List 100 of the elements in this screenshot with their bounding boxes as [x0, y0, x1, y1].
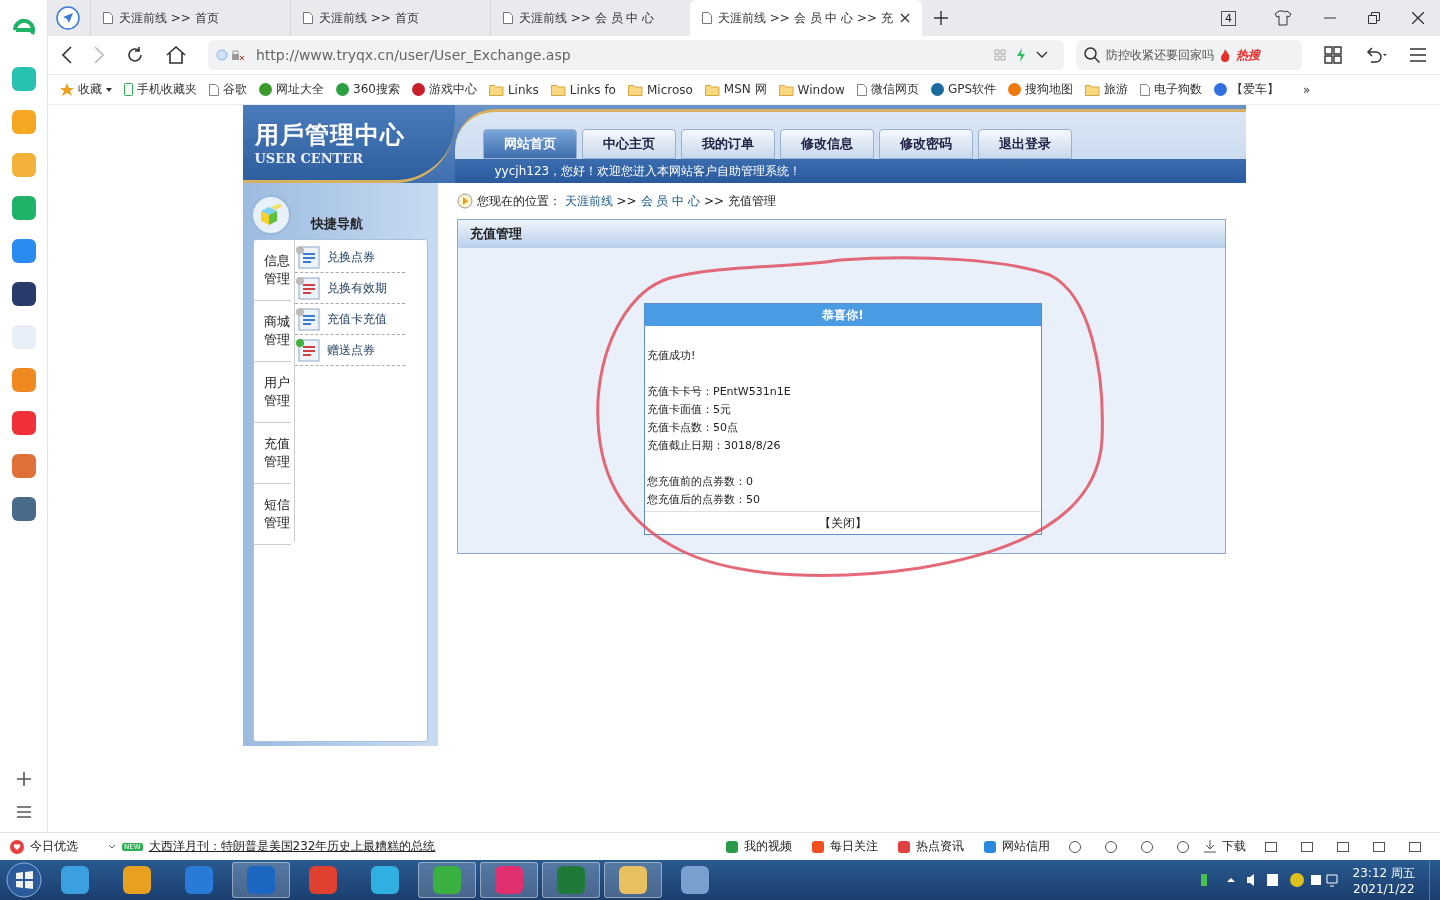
breadcrumb-link[interactable]: 天涯前线: [564, 192, 613, 210]
bookmark-item[interactable]: 【爱车】: [1214, 81, 1280, 98]
toolbar-icon[interactable]: [1408, 839, 1422, 854]
app-icon[interactable]: [11, 282, 36, 306]
menu-group-label[interactable]: 商城管理: [253, 301, 291, 362]
toolbar-icon[interactable]: [1176, 839, 1190, 854]
nav-tab[interactable]: 我的订单: [680, 129, 775, 159]
taskbar-app-icon[interactable]: [232, 862, 290, 898]
bookmark-item[interactable]: 手机收藏夹: [124, 81, 197, 98]
bookmark-item[interactable]: 谷歌: [209, 81, 247, 98]
bookmark-item[interactable]: 网址大全: [259, 81, 324, 98]
folder-icon: [1085, 83, 1101, 96]
close-icon[interactable]: [1412, 12, 1424, 24]
menu-group-label[interactable]: 用户管理: [253, 362, 291, 423]
status-link[interactable]: 我的视频: [744, 838, 792, 855]
status-link[interactable]: 热点资讯: [916, 838, 964, 855]
toolbar-icon[interactable]: [1336, 839, 1350, 854]
toolbar-icon[interactable]: [1068, 839, 1082, 854]
bookmark-item[interactable]: MSN 网: [704, 81, 767, 98]
undo-icon[interactable]: [1364, 47, 1388, 63]
bookmark-item[interactable]: Links fo: [550, 82, 616, 97]
chevron-down-icon[interactable]: [108, 843, 116, 850]
cubes-icon: [250, 195, 291, 235]
taskbar-app-icon[interactable]: [480, 862, 538, 898]
lock-icon: [216, 48, 246, 62]
folder-icon: [550, 83, 566, 96]
toolbar-icon[interactable]: [1140, 839, 1154, 854]
shirt-icon[interactable]: [1274, 10, 1292, 26]
nav-tab[interactable]: 中心主页: [581, 129, 676, 159]
bookmark-item[interactable]: GPS软件: [930, 81, 997, 98]
toolbar-icon[interactable]: [1264, 839, 1278, 854]
news-link[interactable]: 大西洋月刊：特朗普是美国232年历史上最糟糕的总统: [148, 838, 436, 855]
add-icon[interactable]: [934, 11, 948, 25]
address-field[interactable]: http://www.tryqx.cn/user/User_Exchange.asp: [208, 40, 1064, 70]
download-link[interactable]: 下载: [1222, 838, 1246, 855]
taskbar-app-icon[interactable]: [418, 862, 476, 898]
status-icon: [984, 840, 996, 853]
search-field[interactable]: 防控收紧还要回家吗 热搜: [1076, 40, 1302, 70]
bookmark-item[interactable]: Microso: [627, 82, 693, 97]
page-icon: [702, 12, 712, 24]
restore-icon[interactable]: [1368, 12, 1380, 24]
download-icon[interactable]: [1204, 840, 1216, 853]
bookmark-item[interactable]: 旅游: [1085, 81, 1129, 98]
nav-tab[interactable]: 网站首页: [482, 129, 577, 159]
logo-title: 用戶管理中心: [254, 120, 406, 151]
menu-group-label[interactable]: 充值管理: [253, 423, 291, 484]
close-link[interactable]: 【关闭】: [819, 514, 867, 532]
breadcrumb-link[interactable]: 会 员 中 心: [640, 192, 701, 210]
sidebar-link[interactable]: 兑换点券: [294, 242, 405, 273]
browser-tab[interactable]: 天涯前线 >> 首页: [90, 0, 290, 36]
nav-tab[interactable]: 退出登录: [977, 129, 1072, 159]
document-icon: [294, 307, 321, 331]
bookmark-item[interactable]: 360搜索: [336, 81, 400, 98]
status-link[interactable]: 网站信用: [1002, 838, 1050, 855]
start-button-icon[interactable]: [6, 862, 42, 898]
bookmark-item[interactable]: 游戏中心: [411, 81, 477, 98]
menu-group-label[interactable]: 信息管理: [253, 240, 291, 301]
browser-tab[interactable]: 天涯前线 >> 会 员 中 心 >> 充: [690, 0, 922, 36]
bookmark-item[interactable]: 电子狗数: [1140, 81, 1203, 98]
menu-group-label[interactable]: 短信管理: [253, 484, 291, 545]
chevron-down-icon[interactable]: [1036, 51, 1048, 59]
toolbar-icon[interactable]: [1104, 839, 1118, 854]
home-icon[interactable]: [166, 46, 186, 64]
close-icon[interactable]: [900, 13, 910, 23]
sidebar-link[interactable]: 充值卡充值: [294, 304, 405, 335]
sidebar-link[interactable]: 兑换有效期: [294, 273, 405, 304]
sidebar-link[interactable]: 赠送点券: [294, 335, 405, 366]
reload-icon[interactable]: [126, 46, 144, 64]
list-icon[interactable]: [16, 806, 31, 818]
page-icon: [303, 12, 313, 24]
daily-picks-link[interactable]: 今日优选: [30, 838, 78, 855]
bookmark-item[interactable]: 收藏: [60, 81, 112, 98]
panel-title: 充值管理: [469, 225, 522, 243]
bookmark-item[interactable]: 搜狗地图: [1008, 81, 1074, 98]
breadcrumb-label: 您现在的位置：: [476, 192, 561, 210]
toolbar-icon[interactable]: [1300, 839, 1314, 854]
back-icon[interactable]: [62, 46, 72, 64]
status-link[interactable]: 每日关注: [830, 838, 878, 855]
more-bookmarks-button[interactable]: »: [1303, 82, 1311, 97]
app-icon[interactable]: [11, 497, 36, 521]
nav-tab[interactable]: 修改密码: [878, 129, 973, 159]
message-text: 充值截止日期：3018/8/26: [647, 438, 782, 454]
navigation-icon[interactable]: [56, 6, 80, 30]
bookmark-item[interactable]: Links: [488, 82, 539, 97]
toolbar-icon[interactable]: [1372, 839, 1386, 854]
taskbar-app-icon[interactable]: [604, 862, 662, 898]
tray-icons-drawing[interactable]: [1198, 872, 1339, 888]
browser-tab[interactable]: 天涯前线 >> 首页: [290, 0, 490, 36]
add-icon[interactable]: [15, 771, 32, 787]
taskbar-app-icon[interactable]: [542, 862, 600, 898]
tab-count[interactable]: 4: [1221, 10, 1236, 26]
menu-icon[interactable]: [1410, 48, 1426, 62]
grid-icon[interactable]: [1324, 46, 1342, 64]
dialog-title: 恭喜你!: [822, 306, 864, 324]
bookmark-item[interactable]: 微信网页: [856, 81, 919, 98]
clock[interactable]: 23:12 周五 2021/1/22: [1352, 864, 1415, 896]
bookmark-item[interactable]: Window: [778, 82, 845, 97]
nav-tab[interactable]: 修改信息: [779, 129, 874, 159]
status-icon: [898, 840, 910, 853]
page-icon: [209, 83, 219, 96]
